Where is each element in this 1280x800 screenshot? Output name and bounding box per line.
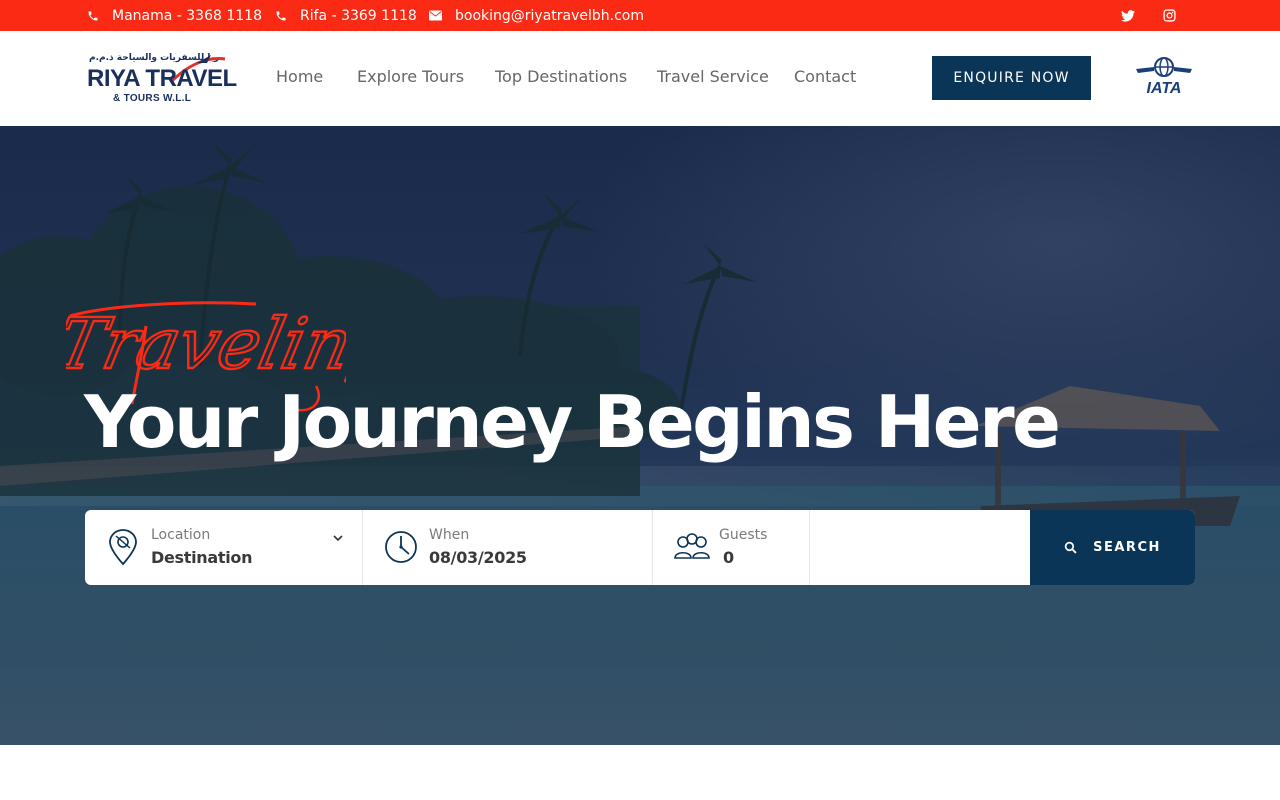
when-value: 08/03/2025	[429, 548, 527, 567]
riya-travel-logo[interactable]: ريا للسفريات والسياحة ذ.م.م RIYA TRAVEL …	[87, 51, 237, 107]
enquire-now-button[interactable]: ENQUIRE NOW	[932, 56, 1091, 100]
chevron-down-icon	[333, 535, 343, 542]
nav-explore-tours[interactable]: Explore Tours	[357, 67, 464, 86]
nav-top-destinations[interactable]: Top Destinations	[495, 67, 627, 86]
contact-manama[interactable]: Manama - 3368 1118	[87, 0, 262, 31]
email-text: booking@riyatravelbh.com	[455, 7, 645, 24]
search-spacer	[810, 510, 1030, 585]
tour-search-form: Location Destination When 08/03/2025 Gue…	[85, 510, 1195, 585]
site-header: ريا للسفريات والسياحة ذ.م.م RIYA TRAVEL …	[0, 31, 1280, 126]
nav-travel-service[interactable]: Travel Service	[657, 67, 769, 86]
phone-manama-text: Manama - 3368 1118	[112, 7, 262, 24]
clock-icon	[385, 531, 417, 563]
phone-icon	[88, 11, 98, 20]
svg-text:Traveling: Traveling	[66, 303, 346, 385]
nav-home[interactable]: Home	[276, 67, 323, 86]
hero-headline: Your Journey Begins Here	[84, 380, 1061, 464]
location-label: Location	[151, 527, 211, 543]
guests-value: 0	[723, 548, 734, 567]
iata-text: IATA	[1147, 80, 1182, 95]
hero-banner: Traveling Your Journey Begins Here Locat…	[0, 126, 1280, 745]
twitter-icon[interactable]	[1118, 0, 1138, 31]
search-icon	[1064, 541, 1077, 554]
instagram-icon[interactable]	[1159, 0, 1179, 31]
guests-input[interactable]: Guests 0	[653, 510, 810, 585]
map-pin-icon	[109, 529, 137, 566]
phone-icon	[276, 11, 286, 20]
search-button-label: SEARCH	[1093, 540, 1161, 555]
top-contact-bar: Manama - 3368 1118 Rifa - 3369 1118 book…	[0, 0, 1280, 31]
logo-sub-text: & TOURS W.L.L	[113, 93, 192, 104]
when-label: When	[429, 527, 470, 543]
when-date-picker[interactable]: When 08/03/2025	[363, 510, 653, 585]
iata-logo: IATA	[1134, 55, 1194, 97]
contact-rifa[interactable]: Rifa - 3369 1118	[275, 0, 417, 31]
contact-email[interactable]: booking@riyatravelbh.com	[429, 0, 644, 31]
location-value: Destination	[151, 548, 253, 567]
guests-icon	[674, 533, 710, 559]
location-dropdown[interactable]: Location Destination	[85, 510, 363, 585]
phone-rifa-text: Rifa - 3369 1118	[300, 7, 417, 24]
guests-label: Guests	[719, 527, 768, 543]
nav-contact[interactable]: Contact	[794, 67, 856, 86]
logo-main-text: RIYA TRAVEL	[87, 65, 237, 92]
search-button[interactable]: SEARCH	[1030, 510, 1195, 585]
envelope-icon	[429, 10, 442, 21]
